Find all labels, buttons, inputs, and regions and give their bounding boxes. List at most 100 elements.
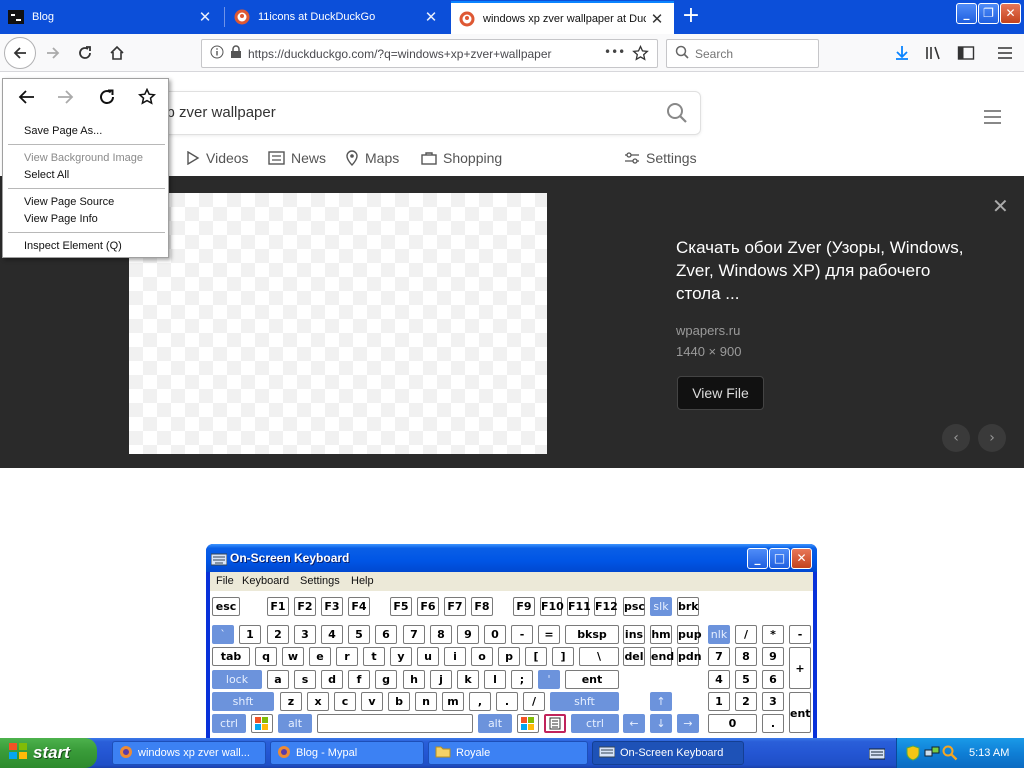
window-close-button[interactable]: ✕ bbox=[1000, 3, 1021, 24]
key-backtick[interactable]: ` bbox=[212, 625, 234, 644]
key-numpad-enter[interactable]: ent bbox=[789, 692, 811, 733]
key-1[interactable]: 1 bbox=[708, 692, 730, 711]
image-source-site[interactable]: wpapers.ru bbox=[676, 323, 740, 338]
key-asterisk[interactable]: * bbox=[762, 625, 784, 644]
key-z[interactable]: z bbox=[280, 692, 302, 711]
taskbar-item-osk[interactable]: On-Screen Keyboard bbox=[592, 741, 744, 765]
image-title[interactable]: Скачать обои Zver (Узоры, Windows, Zver,… bbox=[676, 236, 976, 305]
reload-button[interactable] bbox=[70, 38, 100, 68]
url-bar[interactable]: https://duckduckgo.com/?q=windows+xp+zve… bbox=[201, 39, 658, 68]
key-5[interactable]: 5 bbox=[348, 625, 370, 644]
view-page-source-item[interactable]: View Page Source bbox=[24, 196, 114, 208]
key-4[interactable]: 4 bbox=[321, 625, 343, 644]
key-right-bracket[interactable]: ] bbox=[552, 647, 574, 666]
key-minus[interactable]: - bbox=[789, 625, 811, 644]
previous-image-button[interactable]: ‹ bbox=[942, 424, 970, 452]
bookmark-star-icon[interactable] bbox=[632, 44, 649, 66]
key-plus[interactable]: + bbox=[789, 647, 811, 689]
key-7[interactable]: 7 bbox=[403, 625, 425, 644]
key-del[interactable]: del bbox=[623, 647, 645, 666]
key-5[interactable]: 5 bbox=[735, 670, 757, 689]
key-f10[interactable]: F10 bbox=[540, 597, 564, 616]
key-3[interactable]: 3 bbox=[762, 692, 784, 711]
key-f9[interactable]: F9 bbox=[513, 597, 535, 616]
sidebar-icon[interactable] bbox=[955, 42, 977, 64]
key-c[interactable]: c bbox=[334, 692, 356, 711]
menu-settings[interactable]: Settings bbox=[300, 575, 340, 587]
key-v[interactable]: v bbox=[361, 692, 383, 711]
window-minimize-button[interactable]: _ bbox=[956, 3, 977, 24]
ddg-menu-icon[interactable] bbox=[984, 110, 1001, 128]
key-slk[interactable]: slk bbox=[650, 597, 672, 616]
bookmark-star-icon[interactable] bbox=[137, 87, 157, 107]
key-a[interactable]: a bbox=[267, 670, 289, 689]
key-up-arrow[interactable]: ↑ bbox=[650, 692, 672, 711]
key-nlk[interactable]: nlk bbox=[708, 625, 730, 644]
key-r[interactable]: r bbox=[336, 647, 358, 666]
osk-title-bar[interactable]: On-Screen Keyboard _ □ ✕ bbox=[206, 544, 817, 572]
key-comma[interactable]: , bbox=[469, 692, 491, 711]
security-shield-icon[interactable] bbox=[906, 745, 920, 764]
key-w[interactable]: w bbox=[282, 647, 304, 666]
key-psc[interactable]: psc bbox=[623, 597, 645, 616]
key-f5[interactable]: F5 bbox=[390, 597, 412, 616]
key-f11[interactable]: F11 bbox=[567, 597, 591, 616]
inspect-element-item[interactable]: Inspect Element (Q) bbox=[24, 240, 122, 252]
key-f12[interactable]: F12 bbox=[594, 597, 618, 616]
library-icon[interactable] bbox=[923, 42, 945, 64]
key-p[interactable]: p bbox=[498, 647, 520, 666]
key-ent[interactable]: ent bbox=[565, 670, 619, 689]
tab-blog[interactable]: Blog ✕ bbox=[0, 0, 222, 33]
tab-news[interactable]: News bbox=[268, 148, 326, 168]
info-icon[interactable] bbox=[210, 44, 224, 63]
key-backslash[interactable]: \ bbox=[579, 647, 619, 666]
key-shft[interactable]: shft bbox=[550, 692, 619, 711]
osk-close-button[interactable]: ✕ bbox=[791, 548, 812, 569]
ddg-search-box[interactable]: xp zver wallpaper bbox=[158, 91, 701, 135]
key-f4[interactable]: F4 bbox=[348, 597, 370, 616]
view-file-button[interactable]: View File bbox=[677, 376, 764, 410]
lock-icon[interactable] bbox=[230, 44, 242, 63]
key-8[interactable]: 8 bbox=[735, 647, 757, 666]
close-icon[interactable]: ✕ bbox=[992, 194, 1009, 218]
key-f3[interactable]: F3 bbox=[321, 597, 343, 616]
osk-maximize-button[interactable]: □ bbox=[769, 548, 790, 569]
key-9[interactable]: 9 bbox=[762, 647, 784, 666]
key-left-arrow[interactable]: ← bbox=[623, 714, 645, 733]
key-4[interactable]: 4 bbox=[708, 670, 730, 689]
view-page-info-item[interactable]: View Page Info bbox=[24, 213, 98, 225]
menu-icon[interactable] bbox=[994, 42, 1016, 64]
key-f2[interactable]: F2 bbox=[294, 597, 316, 616]
back-arrow-icon[interactable] bbox=[16, 87, 36, 107]
key-o[interactable]: o bbox=[471, 647, 493, 666]
key-pup[interactable]: pup bbox=[677, 625, 702, 644]
osk-minimize-button[interactable]: _ bbox=[747, 548, 768, 569]
key-period[interactable]: . bbox=[496, 692, 518, 711]
window-maximize-button[interactable]: ❐ bbox=[978, 3, 999, 24]
key-windows[interactable] bbox=[251, 714, 273, 733]
key-ins[interactable]: ins bbox=[623, 625, 645, 644]
forward-button[interactable] bbox=[38, 38, 68, 68]
key-menu[interactable] bbox=[544, 714, 566, 733]
home-button[interactable] bbox=[102, 38, 132, 68]
key-tab[interactable]: tab bbox=[212, 647, 250, 666]
menu-help[interactable]: Help bbox=[351, 575, 374, 587]
key-pdn[interactable]: pdn bbox=[677, 647, 702, 666]
key-g[interactable]: g bbox=[375, 670, 397, 689]
key-0[interactable]: 0 bbox=[708, 714, 757, 733]
key-windows[interactable] bbox=[517, 714, 539, 733]
key-apostrophe[interactable]: ' bbox=[538, 670, 560, 689]
key-6[interactable]: 6 bbox=[762, 670, 784, 689]
key-down-arrow[interactable]: ↓ bbox=[650, 714, 672, 733]
back-button[interactable] bbox=[4, 37, 36, 69]
start-button[interactable]: start bbox=[0, 738, 97, 768]
key-space[interactable] bbox=[317, 714, 473, 733]
key-bksp[interactable]: bksp bbox=[565, 625, 619, 644]
key-9[interactable]: 9 bbox=[457, 625, 479, 644]
key-left-bracket[interactable]: [ bbox=[525, 647, 547, 666]
search-icon[interactable] bbox=[666, 102, 688, 128]
key-ctrl[interactable]: ctrl bbox=[212, 714, 246, 733]
ddg-search-query[interactable]: xp zver wallpaper bbox=[159, 104, 276, 121]
key-u[interactable]: u bbox=[417, 647, 439, 666]
tab-windows-xp-zver[interactable]: windows xp zver wallpaper at DuckDuckGo … bbox=[451, 1, 674, 34]
